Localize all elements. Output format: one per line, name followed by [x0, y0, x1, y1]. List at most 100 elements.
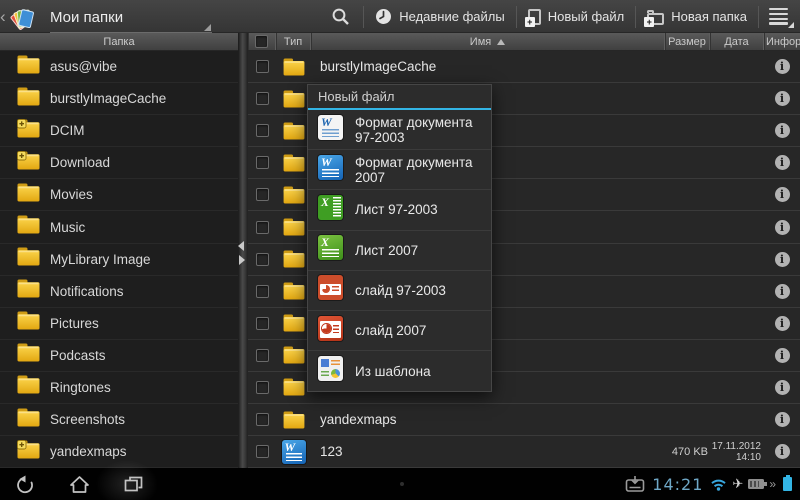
info-icon[interactable]: i	[774, 123, 790, 139]
info-icon[interactable]: i	[774, 283, 790, 299]
sidebar-item-mylibrary-image[interactable]: MyLibrary Image	[0, 244, 238, 276]
sidebar-item-podcasts[interactable]: Podcasts	[0, 340, 238, 372]
row-type-cell	[276, 90, 311, 108]
row-type-cell	[276, 186, 311, 204]
row-checkbox[interactable]	[255, 413, 269, 427]
app-logo-icon[interactable]	[9, 3, 40, 31]
back-button[interactable]	[2, 468, 48, 500]
row-checkbox[interactable]	[255, 284, 269, 298]
collapse-left-icon	[238, 241, 244, 251]
folder-icon	[283, 218, 304, 236]
select-all-checkbox[interactable]	[255, 35, 268, 48]
template-icon-wrap	[318, 356, 343, 386]
folder-name: asus@vibe	[50, 59, 117, 75]
menu-item-word97[interactable]: W Формат документа 97-2003	[308, 110, 491, 151]
sidebar-item-burstlyimagecache[interactable]: burstlyImageCache	[0, 83, 238, 116]
table-header: Тип Имя Размер Дата Инфор	[248, 33, 800, 51]
info-icon[interactable]: i	[774, 91, 790, 107]
sidebar-item-asus-vibe[interactable]: asus@vibe	[0, 51, 238, 84]
info-icon[interactable]: i	[774, 155, 790, 171]
up-caret-icon[interactable]: ‹	[0, 0, 7, 33]
info-icon[interactable]: i	[774, 347, 790, 363]
folder-name: Movies	[50, 187, 93, 203]
sidebar-item-ringtones[interactable]: Ringtones	[0, 372, 238, 405]
info-icon[interactable]: i	[774, 187, 790, 203]
sidebar-item-movies[interactable]: Movies	[0, 179, 238, 212]
menu-item-ppt2007[interactable]: слайд 2007	[308, 311, 491, 352]
row-info-cell: i	[764, 347, 800, 363]
folder-icon	[283, 346, 304, 364]
header-date[interactable]: Дата	[710, 33, 764, 50]
row-checkbox[interactable]	[255, 380, 269, 394]
recent-apps-button[interactable]	[110, 468, 156, 500]
row-checkbox[interactable]	[255, 220, 269, 234]
menu-item-excel2007[interactable]: X Лист 2007	[308, 231, 491, 271]
folder-name: Podcasts	[50, 347, 106, 363]
menu-item-ppt97[interactable]: слайд 97-2003	[308, 271, 491, 311]
row-checkbox-cell	[248, 188, 276, 202]
sidebar-item-pictures[interactable]: Pictures	[0, 308, 238, 340]
sidebar-item-download[interactable]: Download	[0, 147, 238, 180]
header-size[interactable]: Размер	[665, 33, 710, 50]
sidebar-item-screenshots[interactable]: Screenshots	[0, 404, 238, 437]
ppt97-icon	[318, 275, 343, 301]
new-file-menu: Новый файл W Формат документа 97-2003 W Фор…	[307, 84, 492, 393]
row-info-cell: i	[764, 315, 800, 331]
row-checkbox[interactable]	[255, 316, 269, 330]
info-icon[interactable]: i	[774, 219, 790, 235]
panel-resize-handle[interactable]	[238, 33, 248, 468]
header-type[interactable]: Тип	[276, 33, 311, 50]
sidebar-folder-list: asus@vibe burstlyImageCache DCIM Download Mo…	[0, 51, 238, 468]
center-dot	[400, 482, 404, 486]
table-row[interactable]: W 123 470 KB 17.11.2012 14:10 i	[248, 436, 800, 468]
sidebar-item-music[interactable]: Music	[0, 211, 238, 244]
folder-icon	[283, 122, 304, 140]
page-title: Мои папки	[50, 9, 124, 26]
new-file-button[interactable]: + Новый файл	[517, 0, 636, 33]
row-checkbox[interactable]	[255, 252, 269, 266]
recent-files-button[interactable]: Недавние файлы	[364, 0, 515, 33]
recent-files-label: Недавние файлы	[399, 9, 505, 24]
header-name[interactable]: Имя	[311, 33, 665, 50]
info-icon[interactable]: i	[774, 444, 790, 460]
folder-icon	[17, 87, 40, 106]
row-checkbox[interactable]	[255, 92, 269, 106]
header-select-all[interactable]	[248, 33, 276, 50]
location-spinner[interactable]: Мои папки	[50, 4, 212, 33]
table-row[interactable]: yandexmaps i	[248, 404, 800, 437]
sidebar-item-notifications[interactable]: Notifications	[0, 276, 238, 308]
row-checkbox[interactable]	[255, 124, 269, 138]
header-info[interactable]: Инфор	[764, 33, 800, 50]
info-icon[interactable]: i	[774, 412, 790, 428]
info-icon[interactable]: i	[774, 59, 790, 75]
info-icon[interactable]: i	[774, 315, 790, 331]
word2007-icon: W	[318, 154, 343, 180]
folder-sidebar: Папка asus@vibe burstlyImageCache DCIM Down…	[0, 33, 238, 468]
row-checkbox[interactable]	[255, 156, 269, 170]
menu-item-word2007[interactable]: W Формат документа 2007	[308, 150, 491, 191]
new-file-icon: +	[524, 8, 541, 27]
sidebar-item-dcim[interactable]: DCIM	[0, 115, 238, 148]
folder-icon-wrap	[17, 343, 40, 367]
word97-icon: W	[318, 114, 343, 140]
menu-item-template[interactable]: Из шаблона	[308, 351, 491, 391]
folder-icon	[283, 58, 304, 76]
overflow-menu-button[interactable]	[759, 0, 800, 33]
row-type-cell	[276, 122, 311, 140]
new-folder-button[interactable]: + Новая папка	[636, 0, 758, 33]
search-button[interactable]	[318, 0, 363, 33]
home-button[interactable]	[56, 468, 102, 500]
row-checkbox[interactable]	[255, 60, 269, 74]
row-type-cell: W	[276, 439, 311, 464]
info-icon[interactable]: i	[774, 251, 790, 267]
table-row[interactable]: burstlyImageCache i	[248, 51, 800, 84]
row-checkbox[interactable]	[255, 348, 269, 362]
menu-item-excel97[interactable]: X Лист 97-2003	[308, 190, 491, 231]
folder-icon	[283, 282, 304, 300]
info-icon[interactable]: i	[774, 379, 790, 395]
status-tray[interactable]: 14:21 ✈ »	[625, 468, 792, 500]
file-name: yandexmaps	[320, 412, 397, 428]
row-info-cell: i	[764, 412, 800, 428]
row-checkbox[interactable]	[255, 188, 269, 202]
row-checkbox[interactable]	[255, 445, 269, 459]
